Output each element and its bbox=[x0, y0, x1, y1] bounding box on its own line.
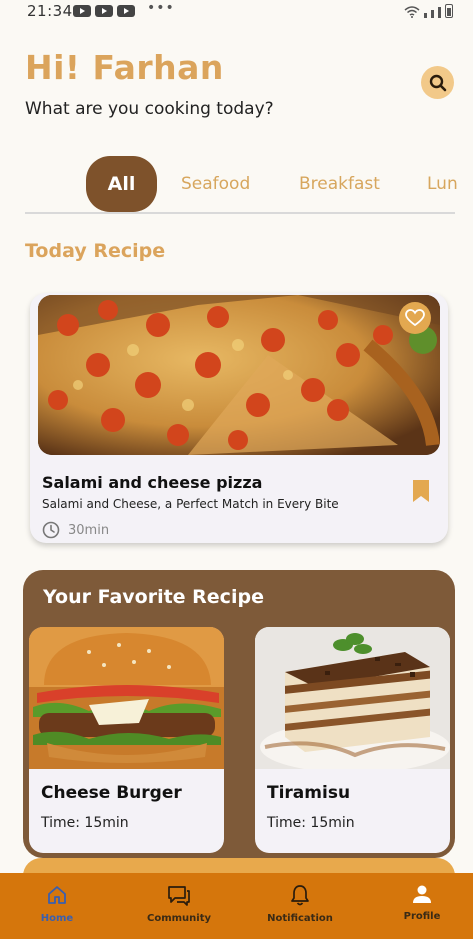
heart-icon bbox=[405, 309, 425, 327]
status-time: 21:34 bbox=[27, 2, 73, 20]
more-notifications-icon: ••• bbox=[147, 0, 175, 16]
nav-label: Community bbox=[146, 913, 211, 924]
favorite-recipe-name: Tiramisu bbox=[267, 783, 351, 803]
nav-label: Home bbox=[40, 913, 74, 924]
youtube-icon bbox=[117, 5, 135, 17]
youtube-icon bbox=[95, 5, 113, 17]
nav-home[interactable]: Home bbox=[28, 873, 86, 939]
signal-icon bbox=[438, 7, 441, 18]
nav-label: Profile bbox=[403, 911, 441, 922]
search-icon bbox=[429, 74, 446, 91]
burger-image bbox=[29, 627, 224, 769]
status-indicators bbox=[404, 4, 453, 18]
search-button[interactable] bbox=[421, 66, 454, 99]
signal-icon bbox=[431, 10, 434, 18]
favorite-recipe-name: Cheese Burger bbox=[41, 783, 182, 803]
nav-notification[interactable]: Notification bbox=[266, 873, 334, 939]
status-bar: 21:34 ••• bbox=[0, 0, 473, 22]
pizza-image bbox=[38, 295, 440, 455]
nav-community[interactable]: Community bbox=[146, 873, 212, 939]
tab-lunch[interactable]: Lun bbox=[427, 156, 458, 212]
favorite-button[interactable] bbox=[399, 302, 431, 334]
signal-icon bbox=[424, 13, 427, 18]
greeting-title: Hi! Farhan bbox=[25, 48, 224, 87]
bell-icon bbox=[291, 885, 309, 906]
tiramisu-image bbox=[255, 627, 450, 773]
home-icon bbox=[48, 886, 66, 904]
tabs-divider bbox=[25, 212, 455, 214]
nav-label: Notification bbox=[267, 913, 333, 924]
today-recipe-time: 30min bbox=[68, 523, 110, 538]
bookmark-icon[interactable] bbox=[411, 480, 431, 502]
today-recipe-title: Today Recipe bbox=[25, 240, 166, 262]
greeting-subtitle: What are you cooking today? bbox=[25, 99, 274, 119]
nav-profile[interactable]: Profile bbox=[398, 873, 446, 939]
tab-all[interactable]: All bbox=[86, 156, 157, 212]
battery-icon bbox=[445, 4, 453, 18]
status-app-icons bbox=[73, 5, 135, 17]
tab-seafood[interactable]: Seafood bbox=[181, 156, 250, 212]
youtube-icon bbox=[73, 5, 91, 17]
tab-breakfast[interactable]: Breakfast bbox=[299, 156, 380, 212]
clock-icon bbox=[42, 521, 60, 539]
person-icon bbox=[413, 885, 431, 903]
favorite-card-tiramisu[interactable]: Tiramisu Time: 15min bbox=[255, 627, 450, 853]
favorite-recipes-title: Your Favorite Recipe bbox=[43, 586, 264, 608]
category-tabs: All Seafood Breakfast Lun bbox=[0, 156, 473, 214]
favorite-card-burger[interactable]: Cheese Burger Time: 15min bbox=[29, 627, 224, 853]
chat-icon bbox=[168, 886, 190, 906]
wifi-icon bbox=[404, 6, 420, 18]
favorite-recipe-time: Time: 15min bbox=[267, 815, 355, 831]
today-recipe-name: Salami and cheese pizza bbox=[42, 473, 263, 492]
favorite-recipe-time: Time: 15min bbox=[41, 815, 129, 831]
today-recipe-description: Salami and Cheese, a Perfect Match in Ev… bbox=[42, 497, 339, 511]
